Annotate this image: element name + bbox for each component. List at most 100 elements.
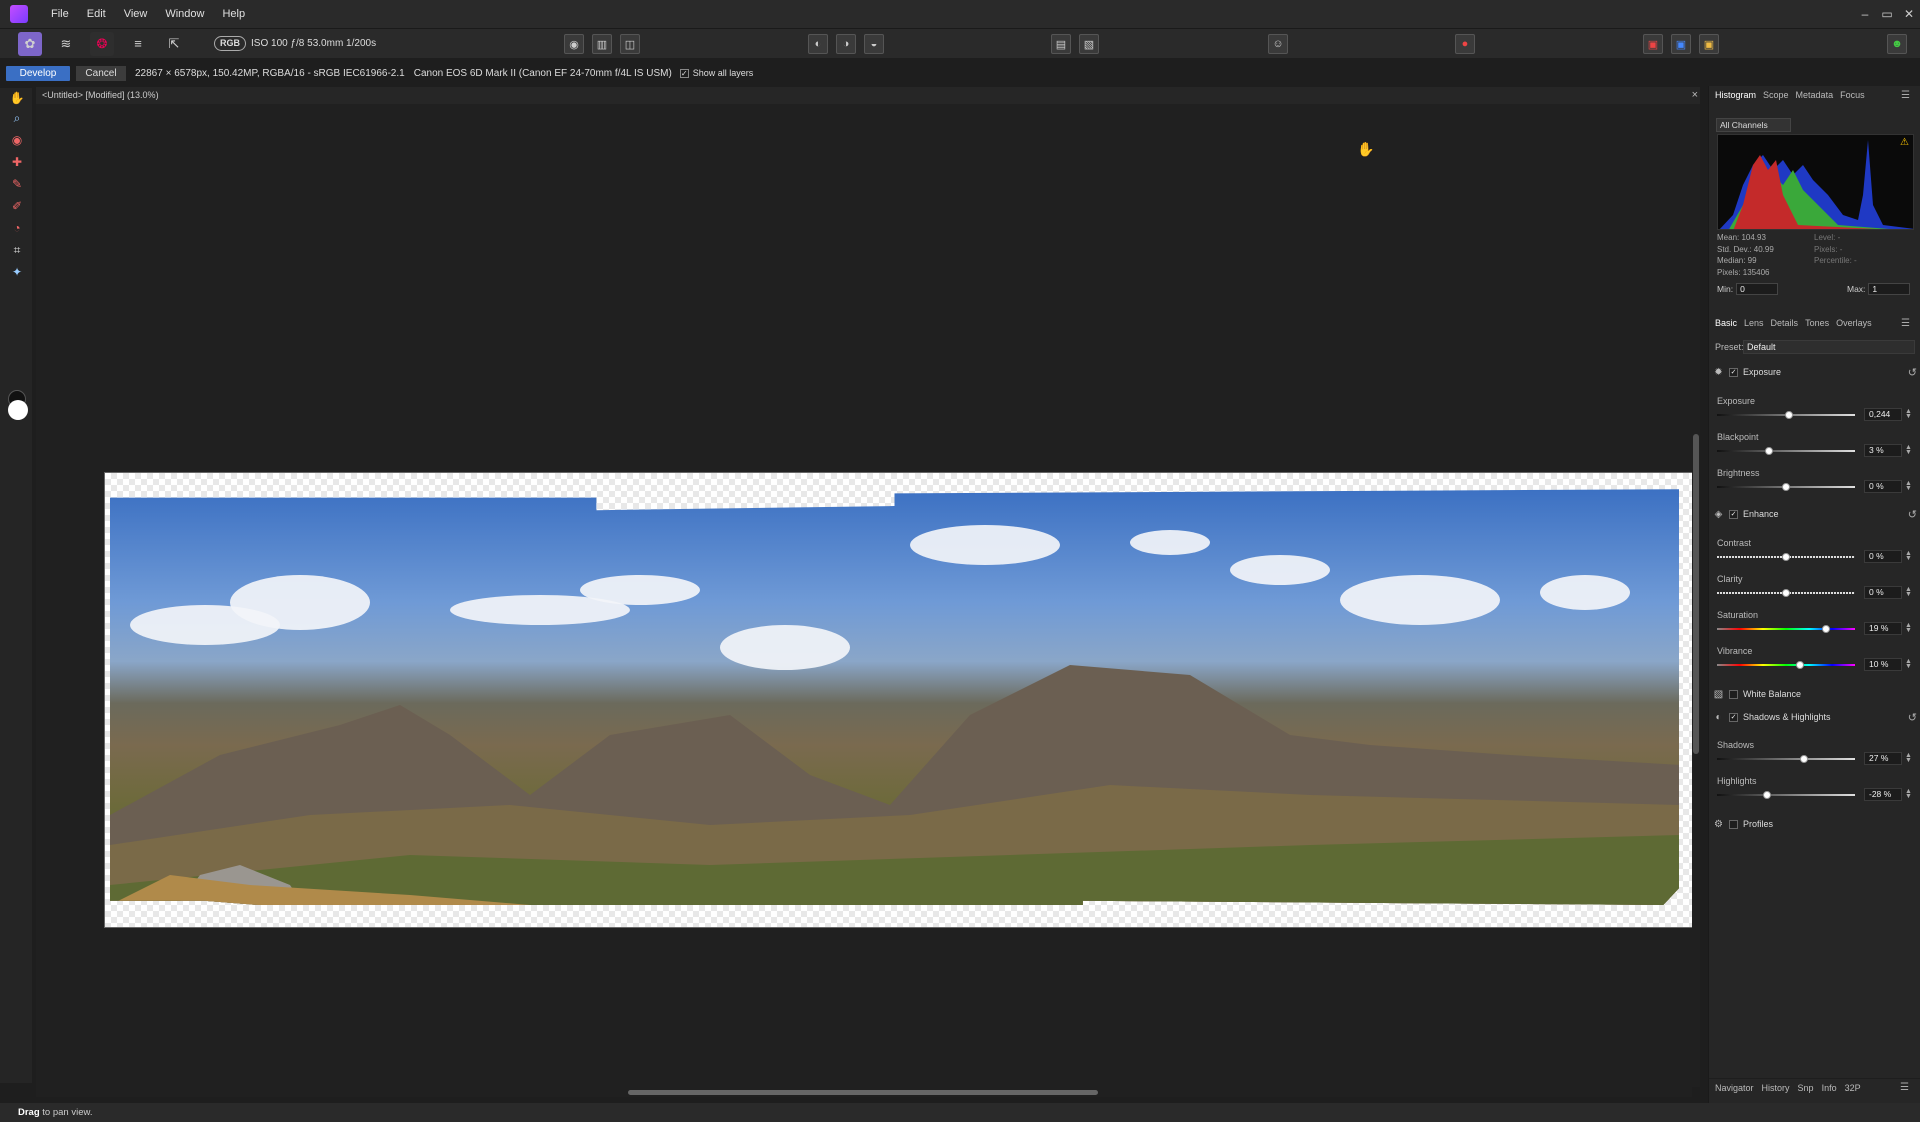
horizontal-scrollbar[interactable] bbox=[36, 1087, 1692, 1097]
tab-info[interactable]: Info bbox=[1822, 1083, 1837, 1093]
tab-overlays[interactable]: Overlays bbox=[1836, 318, 1872, 328]
tab-lens[interactable]: Lens bbox=[1744, 318, 1764, 328]
close-button[interactable]: ✕ bbox=[1898, 0, 1920, 28]
develop-persona-icon[interactable]: ❂ bbox=[90, 31, 114, 56]
after-view-icon[interactable]: ▧ bbox=[1079, 34, 1099, 54]
clipping-tones-icon[interactable]: ◒ bbox=[864, 34, 884, 54]
saturation-slider[interactable] bbox=[1717, 625, 1855, 633]
view-eye-icon[interactable]: ◉ bbox=[564, 34, 584, 54]
blackpoint-value[interactable]: 3 % bbox=[1864, 444, 1902, 457]
tab-tones[interactable]: Tones bbox=[1805, 318, 1829, 328]
channel-select[interactable]: All Channels bbox=[1716, 118, 1791, 132]
user-icon[interactable]: ☻ bbox=[1887, 34, 1907, 54]
liquify-persona-icon[interactable]: ≋ bbox=[54, 32, 78, 56]
white-balance-picker-icon[interactable]: ✦ bbox=[9, 264, 25, 280]
clarity-spin-icon[interactable]: ▲ ▼ bbox=[1905, 586, 1912, 598]
highlights-value[interactable]: -28 % bbox=[1864, 788, 1902, 801]
bottom-panel-menu-icon[interactable]: ☰ bbox=[1900, 1082, 1909, 1093]
exposure-slider[interactable] bbox=[1717, 411, 1855, 419]
contrast-slider[interactable] bbox=[1717, 553, 1855, 561]
contrast-spin-icon[interactable]: ▲ ▼ bbox=[1905, 550, 1912, 562]
horizontal-scroll-thumb[interactable] bbox=[628, 1090, 1098, 1095]
overlay-blue-icon[interactable]: ▣ bbox=[1671, 34, 1691, 54]
overlay-gradient-tool-icon[interactable]: ◔ bbox=[9, 220, 25, 236]
clarity-value[interactable]: 0 % bbox=[1864, 586, 1902, 599]
shadows-spin-icon[interactable]: ▲ ▼ bbox=[1905, 752, 1912, 764]
tab-32p[interactable]: 32P bbox=[1845, 1083, 1861, 1093]
white-balance-section-header[interactable]: ▧ White Balance bbox=[1713, 686, 1917, 702]
vertical-scrollbar[interactable] bbox=[1692, 104, 1700, 1087]
preset-select[interactable]: Default bbox=[1743, 340, 1915, 354]
white-balance-checkbox[interactable] bbox=[1729, 689, 1738, 699]
shadows-value[interactable]: 27 % bbox=[1864, 752, 1902, 765]
profiles-section-header[interactable]: ⚙ Profiles bbox=[1713, 816, 1917, 832]
blemish-tool-icon[interactable]: ✚ bbox=[9, 154, 25, 170]
menu-edit[interactable]: Edit bbox=[78, 0, 115, 28]
tab-navigator[interactable]: Navigator bbox=[1715, 1083, 1754, 1093]
panorama-image[interactable] bbox=[104, 472, 1694, 928]
panel-menu-icon[interactable]: ☰ bbox=[1901, 90, 1910, 101]
clipping-highlights-icon[interactable]: ◑ bbox=[836, 34, 856, 54]
red-eye-icon[interactable]: ● bbox=[1455, 34, 1475, 54]
vibrance-spin-icon[interactable]: ▲ ▼ bbox=[1905, 658, 1912, 670]
enhance-section-header[interactable]: ◈ ✓ Enhance ↺ bbox=[1713, 506, 1917, 522]
tab-details[interactable]: Details bbox=[1771, 318, 1799, 328]
tab-metadata[interactable]: Metadata bbox=[1796, 90, 1834, 100]
exposure-spin-icon[interactable]: ▲ ▼ bbox=[1905, 408, 1912, 420]
brightness-value[interactable]: 0 % bbox=[1864, 480, 1902, 493]
cancel-button[interactable]: Cancel bbox=[76, 65, 126, 81]
tone-mapping-persona-icon[interactable]: ≡ bbox=[126, 32, 150, 56]
shadows-slider[interactable] bbox=[1717, 755, 1855, 763]
saturation-spin-icon[interactable]: ▲ ▼ bbox=[1905, 622, 1912, 634]
blackpoint-spin-icon[interactable]: ▲ ▼ bbox=[1905, 444, 1912, 456]
overlay-yellow-icon[interactable]: ▣ bbox=[1699, 34, 1719, 54]
tab-history[interactable]: History bbox=[1762, 1083, 1790, 1093]
exposure-checkbox[interactable]: ✓ bbox=[1729, 367, 1738, 377]
canvas-area[interactable] bbox=[36, 104, 1694, 1087]
develop-panel-menu-icon[interactable]: ☰ bbox=[1901, 318, 1910, 329]
develop-button[interactable]: Develop bbox=[6, 65, 70, 81]
vertical-scroll-thumb[interactable] bbox=[1693, 434, 1699, 754]
vibrance-value[interactable]: 10 % bbox=[1864, 658, 1902, 671]
profiles-checkbox[interactable] bbox=[1729, 819, 1738, 829]
split-view-icon[interactable]: ▥ bbox=[592, 34, 612, 54]
primary-color-swatch[interactable] bbox=[8, 400, 28, 420]
tab-basic[interactable]: Basic bbox=[1715, 318, 1737, 328]
photo-persona-icon[interactable]: ✿ bbox=[18, 31, 42, 56]
menu-help[interactable]: Help bbox=[213, 0, 254, 28]
tab-snapshots[interactable]: Snp bbox=[1798, 1083, 1814, 1093]
tab-histogram[interactable]: Histogram bbox=[1715, 90, 1756, 100]
mirror-view-icon[interactable]: ◫ bbox=[620, 34, 640, 54]
saturation-value[interactable]: 19 % bbox=[1864, 622, 1902, 635]
vibrance-slider[interactable] bbox=[1717, 661, 1855, 669]
zoom-tool-icon[interactable]: ⌕ bbox=[9, 110, 25, 126]
max-input[interactable]: 1 bbox=[1868, 283, 1911, 295]
enhance-reset-icon[interactable]: ↺ bbox=[1908, 508, 1917, 521]
exposure-section-header[interactable]: ✹ ✓ Exposure ↺ bbox=[1713, 364, 1917, 380]
highlights-spin-icon[interactable]: ▲ ▼ bbox=[1905, 788, 1912, 800]
contrast-value[interactable]: 0 % bbox=[1864, 550, 1902, 563]
hand-tool-icon[interactable]: ✋ bbox=[9, 90, 25, 106]
export-persona-icon[interactable]: ⇱ bbox=[162, 32, 186, 56]
tab-scope[interactable]: Scope bbox=[1763, 90, 1789, 100]
shadows-highlights-reset-icon[interactable]: ↺ bbox=[1908, 711, 1917, 724]
maximize-button[interactable]: ▭ bbox=[1876, 0, 1898, 28]
menu-view[interactable]: View bbox=[115, 0, 157, 28]
highlights-slider[interactable] bbox=[1717, 791, 1855, 799]
clarity-slider[interactable] bbox=[1717, 589, 1855, 597]
red-eye-tool-icon[interactable]: ◉ bbox=[9, 132, 25, 148]
assistant-icon[interactable]: ☺ bbox=[1268, 34, 1288, 54]
show-all-layers-checkbox[interactable]: ✓ bbox=[679, 68, 689, 78]
shadows-highlights-checkbox[interactable]: ✓ bbox=[1729, 712, 1738, 722]
brightness-slider[interactable] bbox=[1717, 483, 1855, 491]
enhance-checkbox[interactable]: ✓ bbox=[1729, 509, 1738, 519]
document-tab[interactable]: <Untitled> [Modified] (13.0%) × bbox=[36, 87, 1700, 104]
menu-window[interactable]: Window bbox=[156, 0, 213, 28]
blackpoint-slider[interactable] bbox=[1717, 447, 1855, 455]
minimize-button[interactable]: – bbox=[1854, 0, 1876, 28]
menu-file[interactable]: File bbox=[42, 0, 78, 28]
overlay-erase-tool-icon[interactable]: ✐ bbox=[9, 198, 25, 214]
before-view-icon[interactable]: ▤ bbox=[1051, 34, 1071, 54]
shadows-highlights-section-header[interactable]: ◐ ✓ Shadows & Highlights ↺ bbox=[1713, 709, 1917, 725]
crop-tool-icon[interactable]: ⌗ bbox=[9, 242, 25, 258]
